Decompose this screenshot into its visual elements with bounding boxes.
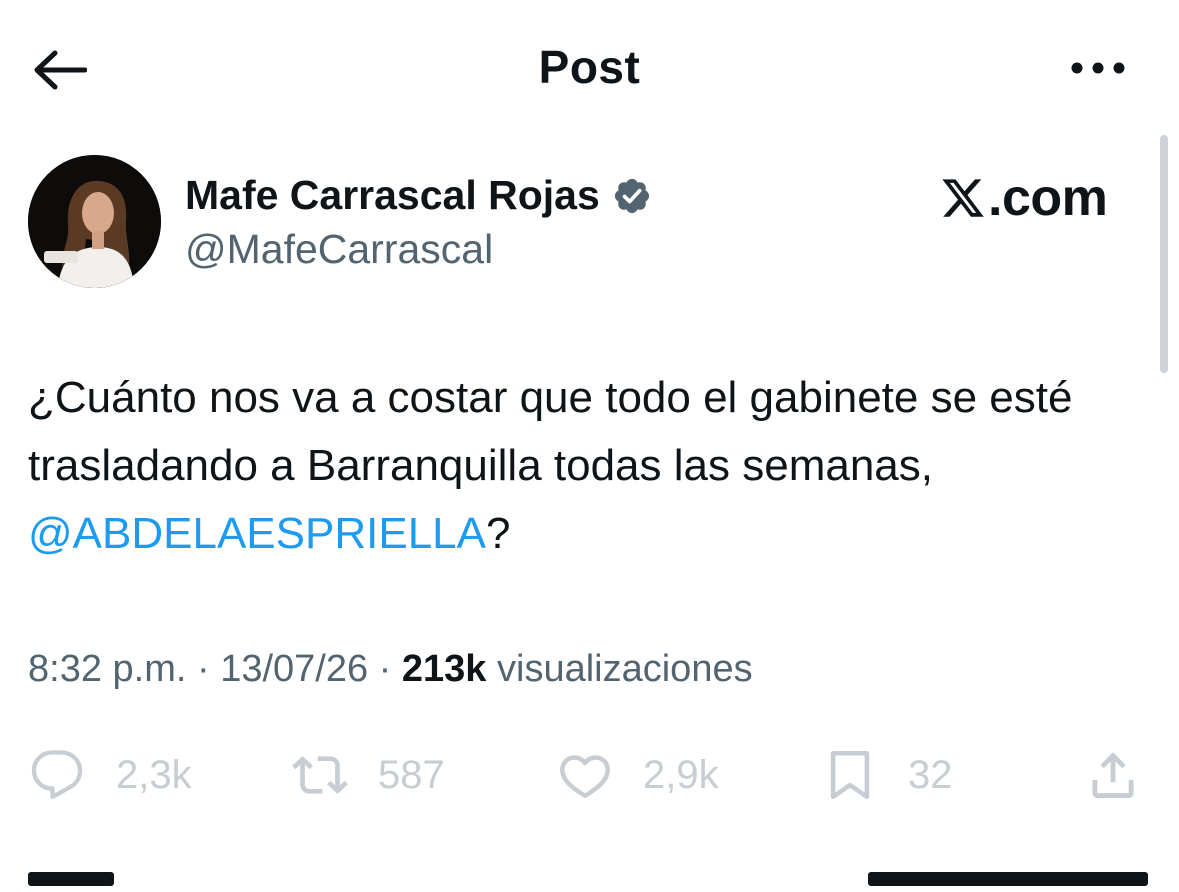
views-label: visualizaciones: [497, 648, 753, 690]
post-time[interactable]: 8:32 p.m.: [28, 648, 186, 690]
repost-icon: [292, 756, 348, 794]
views-count: 213k: [401, 648, 487, 690]
bookmark-icon: [830, 750, 870, 800]
profile-photo: [28, 155, 161, 288]
post-text-body: ¿Cuánto nos va a costar que todo el gabi…: [28, 373, 1073, 490]
author-handle[interactable]: @MafeCarrascal: [185, 226, 493, 273]
author-name-text: Mafe Carrascal Rojas: [185, 172, 600, 218]
x-logo-icon: [942, 179, 984, 217]
verified-badge-icon: [612, 176, 652, 216]
meta-separator: ·: [186, 648, 221, 690]
reply-count: 2,3k: [116, 752, 192, 797]
like-button[interactable]: 2,9k: [555, 745, 719, 805]
more-options-button[interactable]: [1062, 48, 1134, 88]
top-bar: Post: [0, 0, 1179, 135]
meta-separator: ·: [368, 648, 402, 690]
bookmark-button[interactable]: 32: [820, 745, 953, 805]
post-text: ¿Cuánto nos va a costar que todo el gabi…: [28, 364, 1148, 568]
avatar[interactable]: [28, 155, 161, 288]
like-count: 2,9k: [643, 752, 719, 797]
scrollbar[interactable]: [1160, 135, 1168, 373]
post-text-end: ?: [485, 509, 511, 558]
heart-icon: [560, 755, 610, 798]
mention-link[interactable]: @ABDELAESPRIELLA: [28, 509, 486, 558]
page-title: Post: [538, 41, 641, 93]
brand-watermark: .com: [940, 168, 1108, 228]
author-name[interactable]: Mafe Carrascal Rojas: [185, 172, 652, 219]
post-date[interactable]: 13/07/26: [220, 648, 368, 690]
share-icon: [1092, 752, 1134, 798]
bookmark-count: 32: [908, 752, 953, 797]
repost-count: 587: [378, 752, 445, 797]
repost-button[interactable]: 587: [288, 745, 445, 805]
ellipsis-icon: [1071, 62, 1125, 74]
share-button[interactable]: [1084, 745, 1142, 805]
next-section-peek: [28, 872, 1148, 892]
post-meta: 8:32 p.m. · 13/07/26 · 213k visualizacio…: [28, 648, 753, 691]
reply-icon: [31, 750, 83, 799]
brand-domain: .com: [988, 169, 1108, 227]
reply-button[interactable]: 2,3k: [28, 745, 192, 805]
action-bar: 2,3k 587 2,9k 32: [0, 745, 1179, 805]
